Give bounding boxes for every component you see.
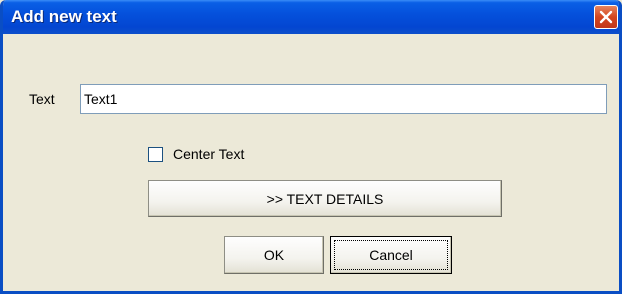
ok-button-label: OK bbox=[263, 247, 285, 263]
ok-button[interactable]: OK bbox=[224, 236, 324, 274]
add-new-text-dialog: Add new text Text Center Text >> TEXT DE… bbox=[0, 0, 622, 294]
center-text-label[interactable]: Center Text bbox=[173, 146, 244, 162]
center-text-checkbox[interactable] bbox=[148, 146, 163, 162]
cancel-button[interactable]: Cancel bbox=[330, 236, 452, 274]
close-icon bbox=[599, 10, 613, 24]
text-details-button[interactable]: >> TEXT DETAILS bbox=[148, 180, 502, 217]
cancel-button-label: Cancel bbox=[369, 247, 413, 263]
dialog-title: Add new text bbox=[11, 7, 117, 26]
text-input[interactable] bbox=[80, 84, 607, 114]
center-text-checkbox-row[interactable]: Center Text bbox=[148, 144, 244, 164]
text-details-button-label: >> TEXT DETAILS bbox=[266, 190, 384, 207]
title-bar[interactable]: Add new text bbox=[3, 0, 619, 34]
close-button[interactable] bbox=[594, 5, 618, 29]
text-field-label: Text bbox=[29, 91, 55, 107]
